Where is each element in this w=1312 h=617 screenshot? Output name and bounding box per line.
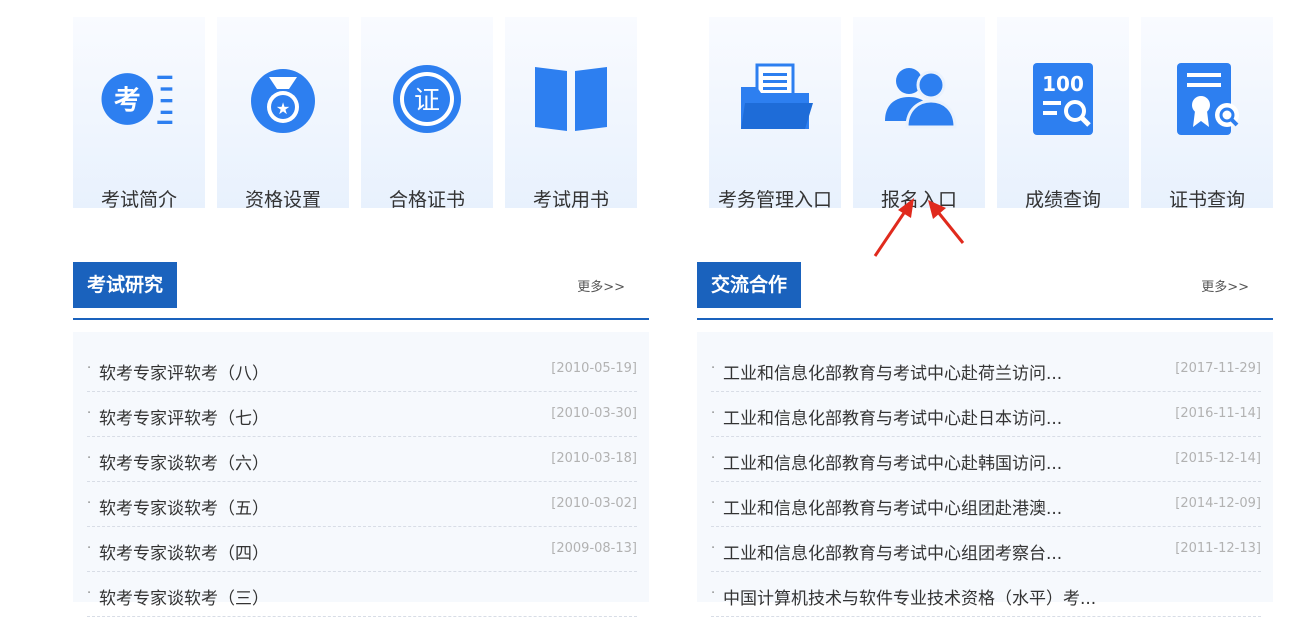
item-date: [2010-03-02] xyxy=(551,496,637,511)
arrow-left xyxy=(873,198,914,257)
item-date: [2010-03-30] xyxy=(551,406,637,421)
bullet: · xyxy=(711,541,716,556)
bullet: · xyxy=(87,406,92,421)
bullet: · xyxy=(87,361,92,376)
item-date: [2010-03-18] xyxy=(551,451,637,466)
tile-label: 考试简介 xyxy=(100,189,177,211)
research-list: · 软考专家评软考（八） [2010-05-19] · 软考专家评软考（七） [… xyxy=(73,332,649,617)
bullet: · xyxy=(711,586,716,601)
tile-certificate-query[interactable]: 证书查询 xyxy=(1141,17,1273,211)
item-date: [2009-08-13] xyxy=(551,541,637,556)
list-item[interactable]: · 软考专家谈软考（五） [2010-03-02] xyxy=(87,481,637,527)
score-query-icon: 100 xyxy=(1023,59,1103,139)
annotation-arrows xyxy=(873,198,965,257)
tile-exam-books[interactable]: 考试用书 xyxy=(505,17,637,211)
list-item[interactable]: · 软考专家谈软考（四） [2009-08-13] xyxy=(87,526,637,572)
research-panel-header: 考试研究 更多>> xyxy=(73,262,649,320)
bullet: · xyxy=(87,586,92,601)
medal-icon: ★ xyxy=(243,59,323,139)
item-title[interactable]: 软考专家谈软考（六） xyxy=(99,449,269,474)
bullet: · xyxy=(87,451,92,466)
svg-text:100: 100 xyxy=(1042,72,1084,96)
research-panel: 考试研究 更多>> · 软考专家评软考（八） [2010-05-19] · 软考… xyxy=(73,262,649,617)
item-date: [2014-12-09] xyxy=(1175,496,1261,511)
tile-label: 合格证书 xyxy=(388,189,465,211)
svg-text:★: ★ xyxy=(276,99,290,118)
svg-text:考: 考 xyxy=(114,85,141,116)
cooperation-list: · 工业和信息化部教育与考试中心赴荷兰访问... [2017-11-29] · … xyxy=(697,332,1273,617)
list-item[interactable]: · 中国计算机技术与软件专业技术资格（水平）考... xyxy=(711,571,1261,617)
book-icon xyxy=(531,59,611,139)
list-item[interactable]: · 工业和信息化部教育与考试中心赴日本访问... [2016-11-14] xyxy=(711,391,1261,437)
item-title[interactable]: 软考专家谈软考（四） xyxy=(99,539,269,564)
tile-qualification[interactable]: ★ 资格设置 xyxy=(217,17,349,211)
tile-label: 资格设置 xyxy=(244,189,321,211)
list-item[interactable]: · 工业和信息化部教育与考试中心组团考察台... [2011-12-13] xyxy=(711,526,1261,572)
tile-registration[interactable]: 报名入口 xyxy=(853,17,985,211)
bullet: · xyxy=(711,496,716,511)
bullet: · xyxy=(711,361,716,376)
item-date: [2010-05-19] xyxy=(551,361,637,376)
item-date: [2011-12-13] xyxy=(1175,541,1261,556)
bullet: · xyxy=(711,451,716,466)
bullet: · xyxy=(87,541,92,556)
list-item[interactable]: · 软考专家评软考（七） [2010-03-30] xyxy=(87,391,637,437)
list-item[interactable]: · 工业和信息化部教育与考试中心赴韩国访问... [2015-12-14] xyxy=(711,436,1261,482)
tile-score-query[interactable]: 100 成绩查询 xyxy=(997,17,1129,211)
certificate-query-icon xyxy=(1167,59,1247,139)
item-title[interactable]: 软考专家评软考（七） xyxy=(99,404,269,429)
tile-label: 证书查询 xyxy=(1168,189,1245,211)
tile-exam-management[interactable]: 考务管理入口 xyxy=(709,17,841,211)
exam-intro-icon: 考 xyxy=(99,59,179,139)
item-title[interactable]: 工业和信息化部教育与考试中心赴韩国访问... xyxy=(723,449,1062,474)
list-item[interactable]: · 软考专家评软考（八） [2010-05-19] xyxy=(87,346,637,392)
item-title[interactable]: 工业和信息化部教育与考试中心组团考察台... xyxy=(723,539,1062,564)
users-icon xyxy=(879,59,959,139)
cooperation-panel: 交流合作 更多>> · 工业和信息化部教育与考试中心赴荷兰访问... [2017… xyxy=(697,262,1273,617)
folder-icon xyxy=(735,59,815,139)
tile-label: 成绩查询 xyxy=(1024,189,1101,211)
tile-label: 考试用书 xyxy=(532,189,609,211)
svg-text:证: 证 xyxy=(414,86,440,116)
cooperation-more-link[interactable]: 更多>> xyxy=(1201,276,1249,295)
list-item[interactable]: · 工业和信息化部教育与考试中心组团赴港澳... [2014-12-09] xyxy=(711,481,1261,527)
research-more-link[interactable]: 更多>> xyxy=(577,276,625,295)
item-date: [2015-12-14] xyxy=(1175,451,1261,466)
list-item[interactable]: · 软考专家谈软考（六） [2010-03-18] xyxy=(87,436,637,482)
item-title[interactable]: 工业和信息化部教育与考试中心赴日本访问... xyxy=(723,404,1062,429)
item-date: [2017-11-29] xyxy=(1175,361,1261,376)
cooperation-panel-header: 交流合作 更多>> xyxy=(697,262,1273,320)
arrow-right xyxy=(928,200,965,244)
bullet: · xyxy=(711,406,716,421)
tile-exam-intro[interactable]: 考 考试简介 xyxy=(73,17,205,211)
item-title[interactable]: 软考专家评软考（八） xyxy=(99,359,269,384)
item-title[interactable]: 软考专家谈软考（五） xyxy=(99,494,269,519)
cooperation-panel-title: 交流合作 xyxy=(697,262,802,308)
tile-certificate[interactable]: 证 合格证书 xyxy=(361,17,493,211)
tile-label: 考务管理入口 xyxy=(717,189,832,211)
item-date: [2016-11-14] xyxy=(1175,406,1261,421)
list-item[interactable]: · 软考专家谈软考（三） xyxy=(87,571,637,617)
bullet: · xyxy=(87,496,92,511)
list-item[interactable]: · 工业和信息化部教育与考试中心赴荷兰访问... [2017-11-29] xyxy=(711,346,1261,392)
certificate-seal-icon: 证 xyxy=(387,59,467,139)
item-title[interactable]: 工业和信息化部教育与考试中心赴荷兰访问... xyxy=(723,359,1062,384)
item-title[interactable]: 工业和信息化部教育与考试中心组团赴港澳... xyxy=(723,494,1062,519)
research-panel-title: 考试研究 xyxy=(73,262,178,308)
